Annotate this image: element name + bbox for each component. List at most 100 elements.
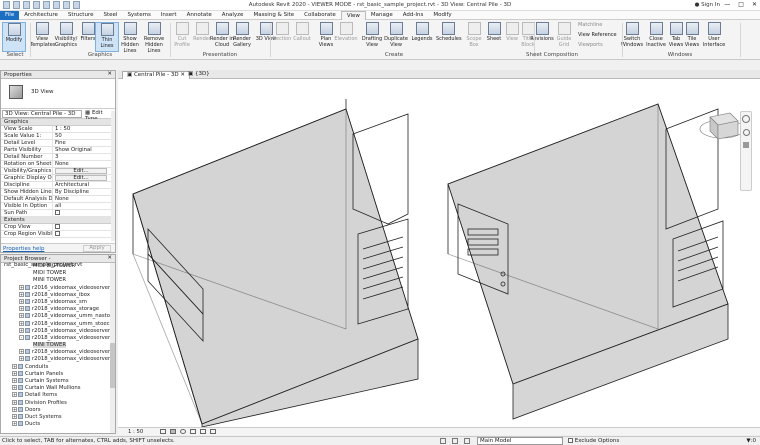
property-value[interactable]: 1 : 50 <box>53 126 115 132</box>
property-row[interactable]: Show Hidden Lines By Discipline <box>1 189 115 196</box>
property-row[interactable]: Detail Level Fine <box>1 140 115 147</box>
expand-icon[interactable]: + <box>12 370 17 376</box>
view-templates-button[interactable]: View Templates <box>30 22 55 52</box>
property-value[interactable]: Edit... <box>53 168 115 174</box>
browser-item[interactable]: + Detail Items <box>1 392 115 399</box>
browser-item[interactable]: MINI TOWER <box>1 277 115 284</box>
panel-graphics[interactable]: Graphics <box>30 52 170 58</box>
expand-icon[interactable]: + <box>19 320 24 326</box>
maximize-icon[interactable]: □ <box>738 1 744 8</box>
browser-item[interactable]: + Division Profiles <box>1 399 115 407</box>
expand-icon[interactable]: + <box>12 413 17 419</box>
property-value[interactable]: Fine <box>53 140 115 146</box>
property-value[interactable]: Show Original <box>53 147 115 153</box>
modify-button[interactable]: Modify <box>2 22 26 52</box>
zoom-icon[interactable] <box>742 129 750 136</box>
tab-analyze[interactable]: Analyze <box>217 11 249 20</box>
detail-level-icon[interactable] <box>160 429 166 434</box>
property-checkbox[interactable] <box>55 224 60 229</box>
expand-icon[interactable]: + <box>19 284 24 290</box>
tab-manage[interactable]: Manage <box>366 11 398 20</box>
model-viewport[interactable] <box>118 79 760 428</box>
design-options-icon[interactable] <box>452 438 458 444</box>
property-value[interactable]: all <box>53 203 115 209</box>
model-selector[interactable]: Main Model <box>477 437 563 445</box>
matchline-button[interactable]: Matchline <box>578 22 602 28</box>
expand-icon[interactable]: + <box>12 421 17 427</box>
expand-icon[interactable]: + <box>19 313 24 319</box>
tab-massing-site[interactable]: Massing & Site <box>248 11 299 20</box>
tile-views-button[interactable]: Tile Views <box>680 22 704 52</box>
view-reference-button[interactable]: View Reference <box>578 32 617 38</box>
property-row[interactable]: Visibility/Graphics O...Edit... <box>1 168 115 175</box>
property-value[interactable]: 50 <box>53 133 115 139</box>
elevation-button[interactable]: Elevation <box>334 22 358 52</box>
browser-item[interactable]: MINI TOWER <box>1 342 115 349</box>
property-value[interactable]: By Discipline <box>53 189 115 195</box>
browser-item[interactable]: + Ducts <box>1 421 115 428</box>
panel-windows[interactable]: Windows <box>620 52 740 58</box>
expand-icon[interactable]: + <box>19 327 24 333</box>
property-row[interactable]: Detail Number 3 <box>1 154 115 161</box>
property-row[interactable]: Default Analysis Dis...None <box>1 196 115 203</box>
tab-structure[interactable]: Structure <box>63 11 99 20</box>
browser-scrollbar[interactable] <box>110 263 115 433</box>
edit-button[interactable]: Edit... <box>55 175 107 181</box>
visual-style-icon[interactable] <box>170 429 176 434</box>
tab-architecture[interactable]: Architecture <box>19 11 63 20</box>
tab-modify[interactable]: Modify <box>428 11 456 20</box>
steering-wheel-icon[interactable] <box>742 115 750 123</box>
collapse-icon[interactable]: - <box>19 334 24 340</box>
shadows-icon[interactable] <box>190 429 196 434</box>
view-scale[interactable]: 1 : 50 <box>128 429 143 435</box>
browser-item[interactable]: + r2018_videomax_umm_nastolnogo_isp <box>1 313 115 320</box>
minimize-icon[interactable]: — <box>724 1 730 8</box>
drawing-canvas[interactable] <box>118 79 760 428</box>
close-icon[interactable]: ✕ <box>107 255 112 261</box>
legends-button[interactable]: Legends <box>410 22 434 52</box>
editable-only-icon[interactable] <box>464 438 470 444</box>
browser-item[interactable]: + r2018_videomax_storage <box>1 306 115 313</box>
expand-icon[interactable]: + <box>19 356 24 362</box>
visibility-graphics-button[interactable]: Visibility/ Graphics <box>54 22 78 52</box>
property-row[interactable]: Graphic Display Opti...Edit... <box>1 175 115 182</box>
crop-view-icon[interactable] <box>200 429 206 434</box>
property-value[interactable] <box>53 231 115 237</box>
panel-select[interactable]: Select <box>0 52 30 58</box>
hide-isolate-icon[interactable] <box>210 429 216 434</box>
browser-item[interactable]: + r2018_videomax_sm <box>1 298 115 306</box>
property-row[interactable]: Parts Visibility Show Original <box>1 147 115 154</box>
view-tab[interactable]: ▣ {3D} <box>184 71 214 79</box>
expand-icon[interactable]: + <box>12 385 17 391</box>
close-icon[interactable]: ✕ <box>752 1 757 8</box>
expand-icon[interactable]: + <box>19 349 24 355</box>
apply-button[interactable]: Apply <box>83 245 111 252</box>
tab-systems[interactable]: Systems <box>122 11 155 20</box>
thin-lines-button[interactable]: Thin Lines <box>95 22 119 52</box>
property-row[interactable]: Rotation on Sheet None <box>1 161 115 168</box>
expand-icon[interactable]: + <box>19 291 24 297</box>
property-row[interactable]: Scale Value 1: 50 <box>1 133 115 140</box>
view-tab[interactable]: ▣ Central Pile - 3D ✕ <box>122 71 190 79</box>
selection-filter[interactable]: ▼:0 <box>746 438 756 444</box>
properties-help-link[interactable]: Properties help <box>3 246 44 252</box>
property-row[interactable]: Crop Region Visible <box>1 231 115 238</box>
browser-item[interactable]: + Curtain Systems <box>1 378 115 385</box>
tab-collaborate[interactable]: Collaborate <box>299 11 341 20</box>
browser-item[interactable]: MIDI BIGTOWER <box>1 263 115 270</box>
browser-item[interactable]: + r2018_videomax_umm_stoechnogo_isp <box>1 320 115 328</box>
show-hidden-lines-button[interactable]: Show Hidden Lines <box>118 22 142 54</box>
property-value[interactable]: 3 <box>53 154 115 160</box>
worksets-icon[interactable] <box>440 438 446 444</box>
property-value[interactable]: Architectural <box>53 182 115 188</box>
tab-annotate[interactable]: Annotate <box>182 11 217 20</box>
duplicate-view-button[interactable]: Duplicate View <box>384 22 408 52</box>
browser-item[interactable]: MIDI TOWER <box>1 270 115 277</box>
browser-item[interactable]: + r2018_videomax_videoserver_nastoln <box>1 327 115 335</box>
tab-view[interactable]: View <box>340 11 366 20</box>
instance-selector[interactable]: 3D View: Central Pile - 3D <box>2 110 82 118</box>
property-value[interactable]: None <box>53 161 115 167</box>
browser-item[interactable]: + r2018_videomax_videoserver_stoechn <box>1 349 115 356</box>
property-row[interactable]: Crop View <box>1 224 115 231</box>
user-interface-button[interactable]: User Interface <box>702 22 726 52</box>
